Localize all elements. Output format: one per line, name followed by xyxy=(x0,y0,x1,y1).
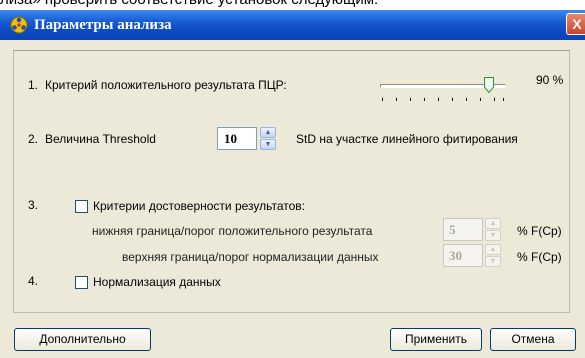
spin-down-icon[interactable]: ▼ xyxy=(485,230,501,241)
upper-limit-unit: % F(Cp) xyxy=(517,250,562,264)
normalization-checkbox[interactable] xyxy=(75,276,88,289)
slider-tick xyxy=(503,98,504,101)
spin-down-icon[interactable]: ▼ xyxy=(260,139,276,150)
advanced-button[interactable]: Дополнительно xyxy=(14,328,151,351)
criterion1-number: 1. xyxy=(28,78,39,92)
upper-limit-label: верхняя граница/порог нормализации данны… xyxy=(122,250,379,264)
criterion1-value: 90 % xyxy=(536,73,564,87)
normalization-number: 4. xyxy=(28,274,39,288)
app-icon xyxy=(10,16,28,34)
slider-thumb[interactable] xyxy=(484,77,494,93)
lower-limit-unit: % F(Cp) xyxy=(517,224,562,238)
slider-tick xyxy=(480,98,481,101)
close-button[interactable]: X xyxy=(566,13,585,35)
slider-tick xyxy=(396,98,397,101)
criterion1-label: Критерий положительного результата ПЦР: xyxy=(45,78,287,92)
slider-tick xyxy=(466,98,467,101)
close-icon: X xyxy=(572,16,582,32)
spin-down-icon[interactable]: ▼ xyxy=(485,256,501,267)
slider-tick xyxy=(424,98,425,101)
threshold-stepper[interactable]: ▲ ▼ xyxy=(260,127,276,150)
threshold-number: 2. xyxy=(28,132,39,146)
threshold-suffix: StD на участке линейного фитирования xyxy=(296,132,518,146)
slider-tick xyxy=(494,98,495,101)
slider-tick xyxy=(438,98,439,101)
reliability-number: 3. xyxy=(28,198,39,212)
slider-tick xyxy=(410,98,411,101)
upper-limit-input[interactable]: 30 xyxy=(443,244,483,267)
lower-limit-input[interactable]: 5 xyxy=(443,218,483,241)
slider-tick xyxy=(382,98,383,101)
background-document-strip: лиза» проверить соответствие установок с… xyxy=(0,0,585,10)
slider-tick xyxy=(452,98,453,101)
spin-up-icon[interactable]: ▲ xyxy=(260,127,276,138)
lower-limit-stepper[interactable]: ▲ ▼ xyxy=(485,218,501,241)
threshold-label: Величина Threshold xyxy=(45,132,156,146)
reliability-checkbox[interactable] xyxy=(75,200,88,213)
reliability-label[interactable]: Критерии достоверности результатов: xyxy=(93,199,305,213)
cancel-button[interactable]: Отмена xyxy=(490,328,576,351)
upper-limit-stepper[interactable]: ▲ ▼ xyxy=(485,244,501,267)
normalization-label[interactable]: Нормализация данных xyxy=(93,275,221,289)
spin-up-icon[interactable]: ▲ xyxy=(485,244,501,255)
analysis-parameters-dialog: Параметры анализа X 1. Критерий положите… xyxy=(0,10,585,358)
background-text: лиза» проверить соответствие установок с… xyxy=(0,0,378,8)
apply-button[interactable]: Применить xyxy=(390,328,482,351)
title-bar[interactable]: Параметры анализа X xyxy=(0,10,585,40)
lower-limit-label: нижняя граница/порог положительного резу… xyxy=(92,224,373,238)
spin-up-icon[interactable]: ▲ xyxy=(485,218,501,229)
window-title: Параметры анализа xyxy=(34,17,172,33)
threshold-input[interactable]: 10 xyxy=(217,127,257,150)
